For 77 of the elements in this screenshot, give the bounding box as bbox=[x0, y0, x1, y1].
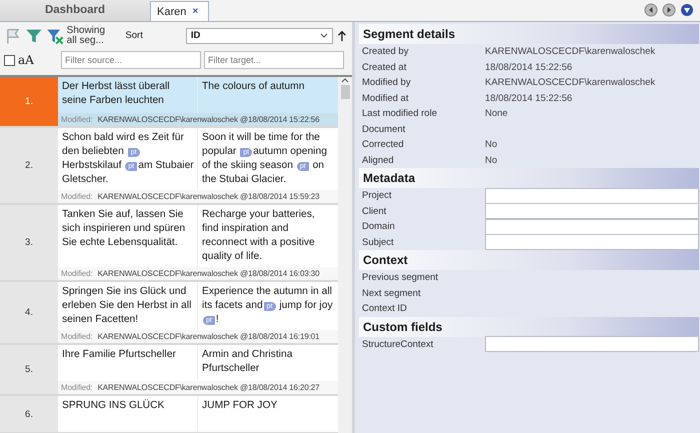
detail-label: Previous segment bbox=[361, 272, 440, 284]
scroll-up-icon[interactable] bbox=[341, 77, 349, 83]
target-filter-field[interactable]: Filter target... bbox=[204, 51, 344, 69]
modified-info: KARENWALOSCECDF\karenwaloschek @18/08/2014 16:03:30 bbox=[98, 269, 320, 278]
detail-value: 18/08/2014 15:22:56 bbox=[485, 92, 572, 104]
close-button[interactable]: × bbox=[192, 6, 198, 17]
section-header: Context bbox=[359, 250, 699, 270]
modified-info: KARENWALOSCECDF\karenwaloschek @18/08/2014 15:22:56 bbox=[98, 115, 320, 124]
detail-label: Created by bbox=[361, 46, 410, 58]
source-text: Ihre Familie Pfurtscheller bbox=[61, 348, 177, 362]
filter-status: Showing all seg... bbox=[66, 26, 106, 46]
target-text: The colours of autumn bbox=[197, 77, 336, 113]
modified-info: KARENWALOSCECDF\karenwaloschek @18/08/2014 16:20:27 bbox=[98, 383, 320, 392]
input-field[interactable] bbox=[485, 203, 699, 220]
segment-number[interactable]: 2. bbox=[0, 128, 58, 203]
scrollbar[interactable] bbox=[338, 77, 352, 433]
tab[interactable]: Dashboard bbox=[0, 0, 150, 21]
section-header: Custom fields bbox=[359, 316, 699, 336]
chevron-icon bbox=[320, 32, 328, 38]
sort-label: Sort bbox=[125, 30, 143, 41]
detail-label: Modified at bbox=[361, 92, 410, 104]
section-header: Segment details bbox=[359, 24, 699, 44]
detail-value: 18/08/2014 15:22:56 bbox=[485, 62, 572, 73]
section-header: Metadata bbox=[359, 168, 699, 188]
field-label: Domain bbox=[361, 221, 396, 232]
field-label: Client bbox=[361, 206, 388, 217]
modified-label: Modified: bbox=[61, 332, 93, 341]
target-text: Armin and Christina Pfurtscheller bbox=[197, 345, 336, 381]
tab[interactable]: Karen × bbox=[150, 1, 210, 21]
detail-label: Document bbox=[361, 124, 406, 135]
detail-label: Corrected bbox=[361, 139, 405, 150]
detail-label: Modified by bbox=[361, 77, 412, 88]
source-text: Der Herbst lässt überall seine Farben leuchten bbox=[61, 80, 171, 108]
input-field[interactable] bbox=[485, 234, 699, 250]
segment-number[interactable]: 6. bbox=[0, 396, 58, 432]
modified-label: Modified: bbox=[61, 383, 93, 392]
segment-number[interactable]: 4. bbox=[0, 282, 58, 343]
source-text: SPRUNG INS GLÜCK bbox=[61, 398, 166, 413]
modified-label: Modified: bbox=[61, 269, 93, 278]
detail-label: Context ID bbox=[361, 303, 408, 314]
sort-dropdown[interactable]: ID bbox=[186, 28, 334, 44]
dropdown-icon[interactable] bbox=[680, 3, 694, 17]
field-label: Subject bbox=[361, 236, 395, 248]
detail-label: Next segment bbox=[361, 288, 422, 299]
arrow-up-icon[interactable] bbox=[336, 28, 348, 42]
field-label: Project bbox=[361, 190, 393, 202]
input-field[interactable] bbox=[485, 188, 699, 204]
target-text: Recharge your batteries, find inspiration and reconnect with a positive quality of life. bbox=[197, 205, 336, 267]
target-text: JUMP FOR JOY bbox=[197, 396, 336, 432]
checkbox[interactable] bbox=[4, 54, 15, 66]
detail-value: No bbox=[485, 139, 498, 150]
modified-label: Modified: bbox=[61, 115, 93, 124]
input-field[interactable] bbox=[485, 218, 699, 235]
detail-label: Aligned bbox=[361, 154, 395, 166]
detail-value: None bbox=[485, 108, 508, 120]
forward-icon[interactable] bbox=[662, 3, 676, 17]
segment-number[interactable]: 5. bbox=[0, 345, 58, 394]
match-case-label: aA bbox=[18, 53, 35, 67]
detail-value: KARENWALOSCECDF\karenwaloschek bbox=[485, 77, 656, 88]
field-label: StructureContext bbox=[361, 338, 434, 350]
detail-value: KARENWALOSCECDF\karenwaloschek bbox=[485, 46, 656, 58]
segment-number[interactable]: 3. bbox=[0, 205, 58, 280]
modified-label: Modified: bbox=[61, 192, 93, 201]
back-icon[interactable] bbox=[644, 3, 658, 17]
source-filter-field[interactable]: Filter source... bbox=[61, 51, 201, 69]
input-field[interactable] bbox=[485, 336, 699, 352]
detail-label: Last modified role bbox=[361, 108, 438, 120]
source-text: Tanken Sie auf, lassen Sie sich inspirieren und spüren Sie echte Lebensqualität. bbox=[61, 208, 186, 250]
flag-icon[interactable] bbox=[4, 26, 22, 44]
modified-info: KARENWALOSCECDF\karenwaloschek @18/08/2014 16:19:01 bbox=[98, 332, 320, 341]
scroll-thumb[interactable] bbox=[340, 85, 350, 99]
detail-value: No bbox=[485, 154, 498, 166]
source-text: Springen Sie ins Glück und erleben Sie den Herbst in all seinen Facetten! bbox=[61, 285, 192, 327]
filter-icon[interactable] bbox=[24, 26, 43, 44]
modified-info: KARENWALOSCECDF\karenwaloschek @18/08/2014 15:59:23 bbox=[98, 192, 320, 201]
clear-filter-icon[interactable] bbox=[46, 26, 64, 44]
detail-label: Created at bbox=[361, 62, 408, 73]
